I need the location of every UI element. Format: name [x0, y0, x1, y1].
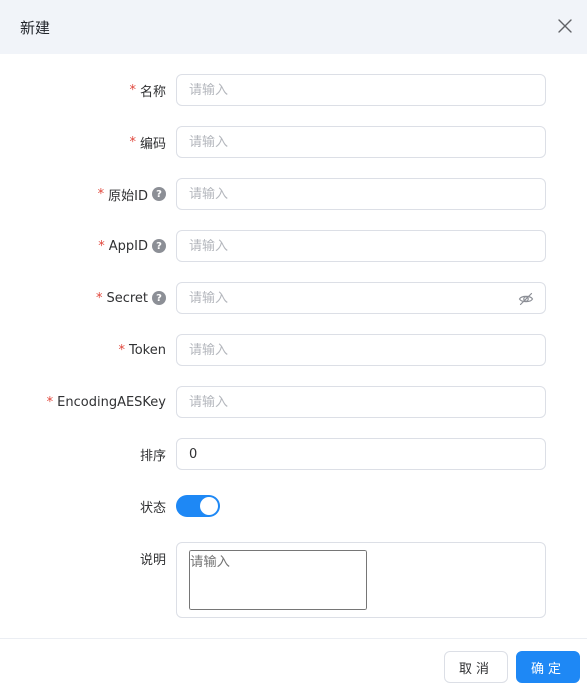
toggle-knob	[200, 497, 218, 515]
required-mark: *	[46, 394, 54, 410]
close-icon[interactable]	[556, 17, 574, 35]
status-label: 状态	[140, 490, 166, 522]
description-label-text: 说明	[139, 552, 166, 568]
description-field[interactable]	[189, 550, 367, 610]
token-field-box	[176, 334, 546, 366]
original-id-field-box	[176, 178, 546, 210]
form-row-status: 状态	[0, 490, 587, 522]
cancel-button[interactable]: 取消	[444, 651, 508, 683]
code-field-box	[176, 126, 546, 158]
description-label: 说明	[140, 542, 166, 574]
form-row-app-id: * AppID ?	[0, 230, 587, 262]
form-row-secret: * Secret ?	[0, 282, 587, 314]
required-mark: *	[129, 82, 136, 98]
code-field[interactable]	[189, 134, 533, 150]
dialog-header: 新建	[0, 0, 587, 54]
secret-field[interactable]	[189, 290, 533, 306]
status-label-text: 状态	[139, 500, 166, 516]
form-row-description: 说明	[0, 542, 587, 618]
required-mark: *	[98, 238, 105, 254]
original-id-label-text: 原始ID	[108, 188, 148, 204]
required-mark: *	[118, 342, 126, 358]
name-field-box	[176, 74, 546, 106]
secret-label-text: Secret	[106, 290, 148, 306]
sort-field[interactable]	[189, 446, 533, 462]
name-field[interactable]	[189, 82, 533, 98]
help-icon[interactable]: ?	[152, 239, 166, 253]
encoding-aes-key-label: * EncodingAESKey	[47, 386, 166, 418]
app-id-field-box	[176, 230, 546, 262]
code-label-text: 编码	[139, 136, 166, 152]
original-id-label: * 原始ID ?	[98, 178, 166, 210]
form-row-sort: 排序	[0, 438, 587, 470]
help-icon[interactable]: ?	[152, 291, 166, 305]
required-mark: *	[129, 134, 136, 150]
app-id-field[interactable]	[189, 238, 533, 254]
form-row-name: * 名称	[0, 74, 587, 106]
token-label: * Token	[119, 334, 167, 366]
form-row-original-id: * 原始ID ?	[0, 178, 587, 210]
name-label-text: 名称	[139, 84, 166, 100]
dialog-title: 新建	[20, 18, 51, 37]
original-id-field[interactable]	[189, 186, 533, 202]
eye-hidden-icon[interactable]	[518, 291, 534, 307]
app-id-label-text: AppID	[108, 238, 148, 254]
secret-field-box	[176, 282, 546, 314]
code-label: * 编码	[129, 126, 166, 158]
name-label: * 名称	[129, 74, 166, 106]
confirm-button[interactable]: 确定	[516, 651, 580, 683]
form-row-encoding-aes-key: * EncodingAESKey	[0, 386, 587, 418]
help-icon[interactable]: ?	[152, 187, 166, 201]
description-field-box	[176, 542, 546, 618]
footer-divider	[0, 638, 587, 639]
status-toggle[interactable]	[176, 495, 220, 517]
secret-label: * Secret ?	[96, 282, 166, 314]
required-mark: *	[95, 290, 103, 306]
encoding-aes-key-field[interactable]	[189, 394, 533, 410]
token-field[interactable]	[189, 342, 533, 358]
form-row-token: * Token	[0, 334, 587, 366]
encoding-aes-key-field-box	[176, 386, 546, 418]
sort-label-text: 排序	[139, 448, 166, 464]
form-row-code: * 编码	[0, 126, 587, 158]
encoding-aes-key-label-text: EncodingAESKey	[57, 394, 166, 410]
app-id-label: * AppID ?	[98, 230, 166, 262]
token-label-text: Token	[129, 342, 166, 358]
sort-label: 排序	[140, 438, 166, 470]
sort-field-box	[176, 438, 546, 470]
required-mark: *	[97, 186, 105, 202]
